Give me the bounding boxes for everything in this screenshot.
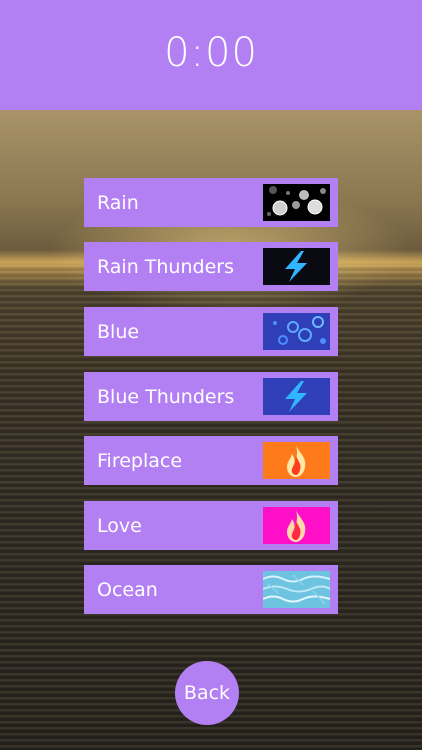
lightning-bolt-icon (263, 378, 330, 415)
blue-bubbles-icon (263, 313, 330, 350)
sound-item-label: Rain (97, 191, 139, 214)
flame-icon (263, 507, 330, 544)
sound-item-blue-thunders[interactable]: Blue Thunders (84, 372, 338, 421)
sound-item-blue[interactable]: Blue (84, 307, 338, 356)
water-texture-icon (263, 571, 330, 608)
sound-item-rain-thunders[interactable]: Rain Thunders (84, 242, 338, 291)
rain-drops-icon (263, 184, 330, 221)
sound-item-label: Blue Thunders (97, 385, 235, 408)
sound-item-love[interactable]: Love (84, 501, 338, 550)
flame-icon (263, 442, 330, 479)
sound-item-label: Ocean (97, 578, 158, 601)
sound-item-label: Rain Thunders (97, 255, 234, 278)
sound-item-fireplace[interactable]: Fireplace (84, 436, 338, 485)
timer-display: 0:00 (164, 30, 258, 76)
sound-item-label: Love (97, 514, 142, 537)
sound-item-rain[interactable]: Rain (84, 178, 338, 227)
sound-item-ocean[interactable]: Ocean (84, 565, 338, 614)
back-button[interactable]: Back (175, 661, 239, 725)
sound-item-label: Fireplace (97, 449, 183, 472)
sound-item-label: Blue (97, 320, 140, 343)
timer-header: 0:00 (0, 0, 422, 110)
lightning-bolt-icon (263, 248, 330, 285)
